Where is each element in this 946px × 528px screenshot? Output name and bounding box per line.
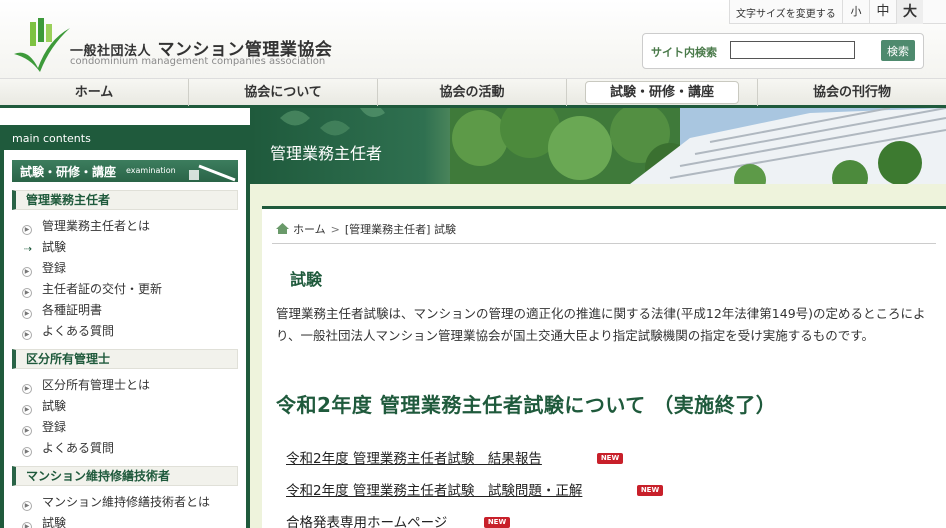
arrow-bullet-icon: ▶ [22, 405, 32, 415]
link-results-report[interactable]: 令和2年度 管理業務主任者試験 結果報告 [286, 447, 542, 467]
sidebar-section-header: 試験・研修・講座 examination [12, 160, 238, 182]
arrow-bullet-icon: ▶ [22, 384, 32, 394]
global-nav: ホーム 協会について 協会の活動 試験・研修・講座 協会の刊行物 [0, 78, 946, 108]
arrow-bullet-icon: ▶ [22, 288, 32, 298]
sidebar-section-title: 試験・研修・講座 [20, 165, 117, 179]
sidebar-panel: 試験・研修・講座 examination 管理業務主任者 ▶ 管理業務主任者とは … [4, 150, 246, 528]
sidebar-group-ijishuzen[interactable]: マンション維持修繕技術者 [12, 466, 238, 486]
banner-title: 管理業務主任者 [270, 144, 383, 163]
main-content: ホーム > [管理業務主任者] 試験 試験 管理業務主任者試験は、マンションの管理の… [262, 206, 946, 528]
sidebar-link-ijishuzen-exam[interactable]: ▶ 試験 [22, 514, 66, 528]
search-input[interactable] [730, 41, 855, 59]
breadcrumb: ホーム > [管理業務主任者] 試験 [276, 221, 456, 237]
org-name-english: condominium management companies associa… [70, 56, 326, 67]
page-banner: 管理業務主任者 [250, 108, 946, 184]
sidebar-link-kanri-certificates[interactable]: ▶ 各種証明書 [22, 301, 102, 319]
home-icon [276, 223, 289, 234]
sidebar-link-kubun-faq[interactable]: ▶ よくある質問 [22, 439, 114, 457]
sidebar-link-kanri-register[interactable]: ▶ 登録 [22, 259, 66, 277]
arrow-bullet-icon: ▶ [22, 501, 32, 511]
breadcrumb-home[interactable]: ホーム [293, 223, 326, 236]
search-button[interactable]: 検索 [881, 40, 915, 61]
sidebar-link-kanri-about[interactable]: ▶ 管理業務主任者とは [22, 217, 150, 235]
sidebar-link-kubun-register[interactable]: ▶ 登録 [22, 418, 66, 436]
font-size-medium-button[interactable]: 中 [869, 0, 896, 24]
association-logo-icon[interactable] [10, 18, 72, 72]
pen-icon [189, 164, 236, 182]
arrow-bullet-icon: ▶ [22, 267, 32, 277]
font-size-large-button[interactable]: 大 [896, 0, 923, 24]
sidebar-group-kubun[interactable]: 区分所有管理士 [12, 349, 238, 369]
arrow-bullet-icon: ▶ [22, 426, 32, 436]
breadcrumb-divider [272, 243, 936, 244]
sidebar-link-kanri-license[interactable]: ▶ 主任者証の交付・更新 [22, 280, 162, 298]
sidebar-link-kanri-faq[interactable]: ▶ よくある質問 [22, 322, 114, 340]
link-exam-questions[interactable]: 令和2年度 管理業務主任者試験 試験問題・正解 [286, 479, 582, 499]
nav-activities[interactable]: 協会の活動 [378, 79, 567, 106]
sidebar-group-kanri[interactable]: 管理業務主任者 [12, 190, 238, 210]
page-title: 試験 [290, 270, 323, 289]
new-badge: NEW [637, 485, 663, 496]
breadcrumb-separator: > [330, 223, 340, 236]
sidebar-caption: main contents [12, 132, 91, 145]
site-search: サイト内検索 検索 [642, 33, 924, 69]
arrow-bullet-icon: ▶ [22, 447, 32, 457]
breadcrumb-current: [管理業務主任者] 試験 [344, 223, 456, 236]
new-badge: NEW [597, 453, 623, 464]
arrow-bullet-icon: ▶ [22, 309, 32, 319]
nav-about[interactable]: 協会について [189, 79, 378, 106]
sidebar-link-kubun-exam[interactable]: ▶ 試験 [22, 397, 66, 415]
font-size-small-button[interactable]: 小 [842, 0, 869, 24]
dotted-arrow-icon: ⇢ [23, 244, 33, 255]
search-label: サイト内検索 [651, 46, 717, 59]
font-size-switcher: 文字サイズを変更する 小 中 大 [729, 0, 946, 24]
nav-exams[interactable]: 試験・研修・講座 [567, 79, 758, 106]
sidebar-link-ijishuzen-about[interactable]: ▶ マンション維持修繕技術者とは [22, 493, 210, 511]
new-badge: NEW [484, 517, 510, 528]
intro-text: 管理業務主任者試験は、マンションの管理の適正化の推進に関する法律(平成12年法律… [276, 306, 926, 343]
section-heading: 令和2年度 管理業務主任者試験について （実施終了） [276, 393, 777, 417]
sidebar-link-kubun-about[interactable]: ▶ 区分所有管理士とは [22, 376, 150, 394]
link-results-homepage[interactable]: 合格発表専用ホームページ [286, 511, 447, 528]
arrow-bullet-icon: ▶ [22, 522, 32, 528]
nav-home[interactable]: ホーム [0, 79, 189, 106]
sidebar: main contents 試験・研修・講座 examination 管理業務主… [0, 125, 250, 528]
sidebar-section-en: examination [126, 166, 176, 175]
nav-publications[interactable]: 協会の刊行物 [758, 79, 946, 106]
font-size-label: 文字サイズを変更する [736, 9, 836, 20]
site-header: 一般社団法人 マンション管理業協会 condominium management… [0, 0, 946, 78]
arrow-bullet-icon: ▶ [22, 225, 32, 235]
sidebar-link-kanri-exam[interactable]: ⇢ 試験 [22, 238, 66, 256]
arrow-bullet-icon: ▶ [22, 330, 32, 340]
